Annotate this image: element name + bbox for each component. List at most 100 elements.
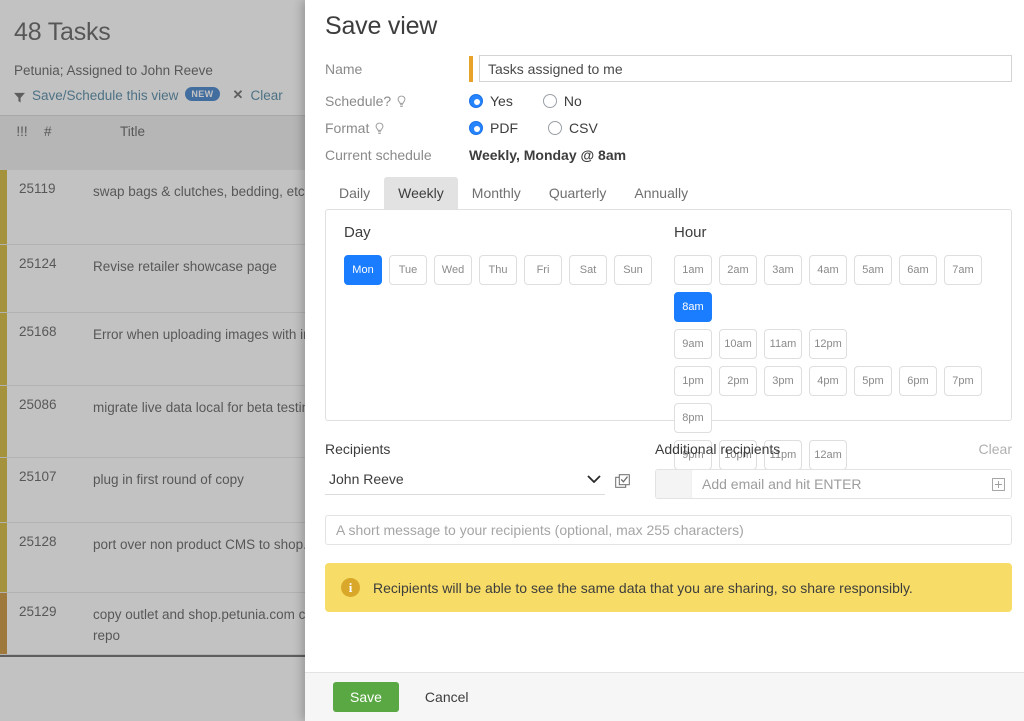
day-chip-sun[interactable]: Sun (614, 255, 652, 285)
task-id: 25107 (19, 469, 57, 484)
radio-icon-csv[interactable] (548, 121, 562, 135)
hour-chip-9am[interactable]: 9am (674, 329, 712, 359)
tab-weekly[interactable]: Weekly (384, 177, 458, 209)
background-task-list-panel: 48 Tasks Petunia; Assigned to John Reeve… (0, 0, 305, 721)
weekly-schedule-panel: Day Mon Tue Wed Thu Fri Sat Sun Hour 1am… (325, 209, 1012, 470)
day-chip-thu[interactable]: Thu (479, 255, 517, 285)
recipients-label: Recipients (325, 441, 391, 457)
view-name-input[interactable] (479, 55, 1012, 82)
task-title: Error when uploading images with inline … (93, 327, 305, 342)
column-header-priority: !!! (16, 124, 28, 139)
table-row[interactable]: 25124 Revise retailer showcase page (0, 245, 305, 313)
hour-chip-2am[interactable]: 2am (719, 255, 757, 285)
schedule-row: Schedule? Yes No (325, 93, 1012, 109)
priority-stripe (0, 593, 7, 654)
clear-additional-recipients-link[interactable]: Clear (979, 441, 1012, 457)
table-row[interactable]: 25086 migrate live data local for beta t… (0, 386, 305, 458)
task-id: 25168 (19, 324, 57, 339)
hour-column: Hour 1am 2am 3am 4am 5am 6am 7am 8am 9am… (674, 224, 993, 470)
hour-chip-4pm[interactable]: 4pm (809, 366, 847, 396)
format-option-csv[interactable]: CSV (548, 120, 598, 136)
schedule-option-no[interactable]: No (542, 93, 582, 109)
current-schedule-label: Current schedule (325, 147, 432, 163)
hour-chip-6am[interactable]: 6am (899, 255, 937, 285)
table-row[interactable]: 25168 Error when uploading images with i… (0, 313, 305, 386)
new-badge: NEW (185, 87, 220, 101)
hour-chip-8pm[interactable]: 8pm (674, 403, 712, 433)
hour-chip-12pm[interactable]: 12pm (809, 329, 847, 359)
format-option-pdf[interactable]: PDF (469, 120, 518, 136)
save-view-dialog: Save view Name Schedule? (305, 0, 1024, 721)
lightbulb-icon[interactable] (374, 122, 385, 136)
schedule-label-text: Schedule? (325, 93, 392, 109)
hour-chip-1am[interactable]: 1am (674, 255, 712, 285)
task-table: !!! # Title 25119 swap bags & clutches, … (0, 115, 305, 703)
hour-chip-3pm[interactable]: 3pm (764, 366, 802, 396)
hour-chip-5am[interactable]: 5am (854, 255, 892, 285)
radio-icon-pdf[interactable] (469, 121, 483, 135)
recipients-select[interactable]: John Reeve (325, 469, 605, 495)
hour-chip-8am[interactable]: 8am (674, 292, 712, 322)
hour-chip-2pm[interactable]: 2pm (719, 366, 757, 396)
task-title: migrate live data local for beta testing (93, 400, 305, 415)
schedule-option-yes[interactable]: Yes (469, 93, 513, 109)
chevron-down-icon[interactable] (587, 472, 605, 486)
close-icon[interactable]: ✕ (233, 87, 244, 103)
day-chip-wed[interactable]: Wed (434, 255, 472, 285)
task-title: copy outlet and shop.petunia.com code ba… (93, 607, 305, 643)
additional-recipients-input-wrap (655, 469, 1012, 499)
hour-chip-7pm[interactable]: 7pm (944, 366, 982, 396)
add-recipient-plus-icon[interactable] (985, 477, 1011, 491)
frequency-tabs: Daily Weekly Monthly Quarterly Annually (325, 177, 1012, 209)
hour-chip-10am[interactable]: 10am (719, 329, 757, 359)
hour-chip-row-1: 1am 2am 3am 4am 5am 6am 7am 8am (674, 255, 993, 322)
task-title: port over non product CMS to shop.petuni… (93, 537, 305, 552)
radio-icon-yes[interactable] (469, 94, 483, 108)
day-chip-tue[interactable]: Tue (389, 255, 427, 285)
hour-chip-1pm[interactable]: 1pm (674, 366, 712, 396)
tab-daily[interactable]: Daily (325, 177, 384, 209)
recipients-column: Recipients John Reeve (325, 441, 655, 499)
hour-chip-5pm[interactable]: 5pm (854, 366, 892, 396)
table-row[interactable]: 25128 port over non product CMS to shop.… (0, 523, 305, 593)
task-id: 25119 (19, 181, 56, 196)
required-marker (469, 55, 473, 82)
save-schedule-view-link[interactable]: Save/Schedule this view (32, 88, 178, 103)
hour-chip-7am[interactable]: 7am (944, 255, 982, 285)
clear-view-link[interactable]: Clear (250, 88, 282, 103)
table-header-row: !!! # Title (0, 116, 305, 170)
schedule-option-no-label: No (563, 93, 582, 109)
additional-recipients-header: Additional recipients Clear (655, 441, 1012, 469)
filter-summary: Petunia; Assigned to John Reeve (14, 63, 213, 78)
task-id: 25124 (19, 256, 57, 271)
hour-chip-3am[interactable]: 3am (764, 255, 802, 285)
save-button[interactable]: Save (333, 682, 399, 712)
day-chip-fri[interactable]: Fri (524, 255, 562, 285)
radio-icon-no[interactable] (542, 94, 557, 108)
hour-chip-11am[interactable]: 11am (764, 329, 802, 359)
priority-stripe (0, 386, 7, 457)
task-id: 25129 (19, 604, 57, 619)
table-row[interactable]: 25107 plug in first round of copy (0, 458, 305, 523)
table-row[interactable]: 25119 swap bags & clutches, bedding, etc… (0, 170, 305, 245)
tab-annually[interactable]: Annually (620, 177, 702, 209)
view-actions: Save/Schedule this view NEW ✕ Clear (0, 78, 305, 103)
day-chip-mon[interactable]: Mon (344, 255, 382, 285)
recipient-message-input[interactable] (325, 515, 1012, 545)
format-option-pdf-label: PDF (490, 120, 518, 136)
task-title: Revise retailer showcase page (93, 259, 277, 274)
additional-recipients-label: Additional recipients (655, 441, 781, 457)
select-all-checkbox-icon[interactable] (615, 474, 631, 490)
lightbulb-icon[interactable] (396, 95, 407, 109)
tab-quarterly[interactable]: Quarterly (535, 177, 621, 209)
tab-monthly[interactable]: Monthly (458, 177, 535, 209)
additional-recipients-input[interactable] (692, 476, 985, 492)
hour-chip-4am[interactable]: 4am (809, 255, 847, 285)
table-row[interactable]: 25129 copy outlet and shop.petunia.com c… (0, 593, 305, 655)
task-id: 25128 (19, 534, 57, 549)
cancel-button[interactable]: Cancel (419, 688, 475, 706)
day-chip-sat[interactable]: Sat (569, 255, 607, 285)
sharing-warning-banner: i Recipients will be able to see the sam… (325, 563, 1012, 612)
hour-chip-6pm[interactable]: 6pm (899, 366, 937, 396)
schedule-option-yes-label: Yes (490, 93, 513, 109)
